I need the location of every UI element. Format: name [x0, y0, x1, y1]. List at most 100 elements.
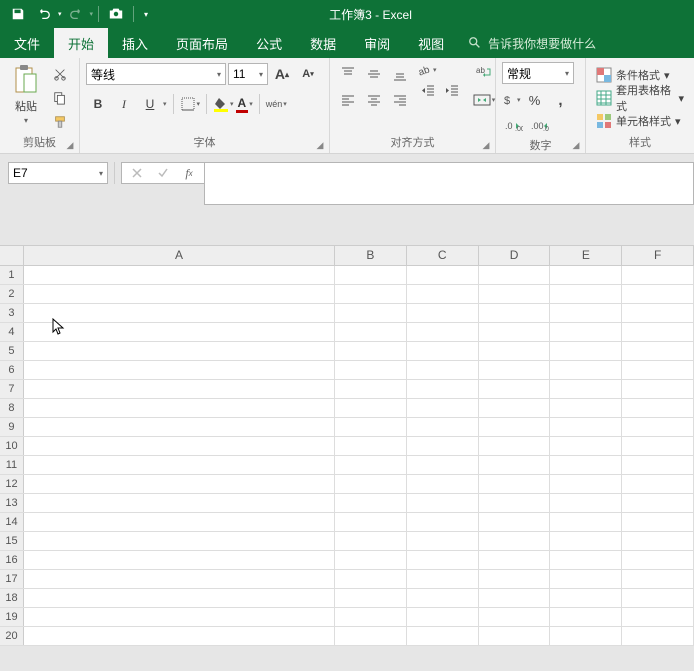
cell[interactable]: [622, 475, 694, 493]
cell[interactable]: [335, 304, 407, 322]
clipboard-launcher[interactable]: ◢: [63, 138, 77, 152]
cell[interactable]: [479, 513, 551, 531]
cell[interactable]: [407, 285, 479, 303]
cell[interactable]: [335, 323, 407, 341]
cell[interactable]: [622, 456, 694, 474]
row-header[interactable]: 8: [0, 399, 24, 417]
cell[interactable]: [479, 266, 551, 284]
tab-view[interactable]: 视图: [404, 28, 458, 58]
camera-button[interactable]: [104, 2, 128, 26]
tab-file[interactable]: 文件: [0, 28, 54, 58]
cell[interactable]: [479, 361, 551, 379]
cell[interactable]: [479, 418, 551, 436]
cell[interactable]: [550, 532, 622, 550]
cell[interactable]: [407, 418, 479, 436]
cell[interactable]: [550, 361, 622, 379]
cell[interactable]: [479, 399, 551, 417]
paste-button[interactable]: 粘贴 ▾: [6, 62, 46, 125]
cell[interactable]: [479, 342, 551, 360]
cell[interactable]: [335, 475, 407, 493]
row-header[interactable]: 14: [0, 513, 24, 531]
cell[interactable]: [335, 437, 407, 455]
cell[interactable]: [407, 608, 479, 626]
cell[interactable]: [407, 380, 479, 398]
cell[interactable]: [335, 551, 407, 569]
col-header-C[interactable]: C: [407, 246, 479, 265]
copy-button[interactable]: [48, 86, 72, 110]
cell[interactable]: [622, 266, 694, 284]
cell[interactable]: [407, 475, 479, 493]
tab-home[interactable]: 开始: [54, 28, 108, 58]
cell[interactable]: [479, 437, 551, 455]
tab-insert[interactable]: 插入: [108, 28, 162, 58]
row-header[interactable]: 16: [0, 551, 24, 569]
cell[interactable]: [407, 570, 479, 588]
cell[interactable]: [407, 266, 479, 284]
border-button[interactable]: ▾: [180, 96, 201, 112]
undo-dropdown-icon[interactable]: ▾: [58, 10, 62, 18]
tab-data[interactable]: 数据: [296, 28, 350, 58]
cell[interactable]: [407, 551, 479, 569]
cell[interactable]: [550, 475, 622, 493]
tell-me-search[interactable]: 告诉我你想要做什么: [468, 28, 596, 58]
row-header[interactable]: 20: [0, 627, 24, 645]
cell[interactable]: [335, 513, 407, 531]
formula-bar[interactable]: [204, 162, 694, 205]
row-header[interactable]: 1: [0, 266, 24, 284]
comma-button[interactable]: ,: [549, 88, 573, 112]
cell[interactable]: [479, 494, 551, 512]
cell[interactable]: [407, 627, 479, 645]
number-launcher[interactable]: ◢: [569, 138, 583, 152]
cell[interactable]: [24, 266, 335, 284]
tab-formulas[interactable]: 公式: [242, 28, 296, 58]
increase-font-button[interactable]: A▴: [270, 62, 294, 86]
cell[interactable]: [622, 494, 694, 512]
increase-indent-button[interactable]: [440, 78, 464, 102]
cell[interactable]: [24, 437, 335, 455]
row-header[interactable]: 13: [0, 494, 24, 512]
row-header[interactable]: 5: [0, 342, 24, 360]
cell[interactable]: [335, 532, 407, 550]
col-header-F[interactable]: F: [622, 246, 694, 265]
cell[interactable]: [550, 437, 622, 455]
cell[interactable]: [24, 627, 335, 645]
cut-button[interactable]: [48, 62, 72, 86]
percent-button[interactable]: %: [523, 88, 547, 112]
col-header-E[interactable]: E: [550, 246, 622, 265]
cell[interactable]: [622, 342, 694, 360]
cell[interactable]: [335, 399, 407, 417]
cell[interactable]: [24, 551, 335, 569]
row-header[interactable]: 2: [0, 285, 24, 303]
cell[interactable]: [622, 399, 694, 417]
cell[interactable]: [24, 323, 335, 341]
cell[interactable]: [622, 627, 694, 645]
cell[interactable]: [24, 456, 335, 474]
cell[interactable]: [335, 589, 407, 607]
cell[interactable]: [24, 418, 335, 436]
row-header[interactable]: 12: [0, 475, 24, 493]
cell[interactable]: [550, 266, 622, 284]
cell[interactable]: [622, 608, 694, 626]
cell[interactable]: [479, 627, 551, 645]
cell[interactable]: [550, 551, 622, 569]
cell[interactable]: [622, 437, 694, 455]
cell[interactable]: [622, 570, 694, 588]
cell[interactable]: [550, 627, 622, 645]
qat-customize-button[interactable]: ▾: [139, 2, 153, 26]
cell[interactable]: [479, 380, 551, 398]
cell[interactable]: [24, 304, 335, 322]
cell[interactable]: [335, 627, 407, 645]
row-header[interactable]: 18: [0, 589, 24, 607]
cell[interactable]: [24, 513, 335, 531]
cell[interactable]: [24, 342, 335, 360]
row-header[interactable]: 7: [0, 380, 24, 398]
cell[interactable]: [407, 456, 479, 474]
cancel-formula-button[interactable]: [128, 164, 146, 182]
cell[interactable]: [335, 361, 407, 379]
alignment-launcher[interactable]: ◢: [479, 138, 493, 152]
cell[interactable]: [622, 532, 694, 550]
underline-button[interactable]: U▾: [138, 92, 167, 116]
wrap-text-button[interactable]: ab: [472, 62, 496, 86]
cell[interactable]: [24, 361, 335, 379]
accounting-format-button[interactable]: $▾: [502, 88, 521, 112]
